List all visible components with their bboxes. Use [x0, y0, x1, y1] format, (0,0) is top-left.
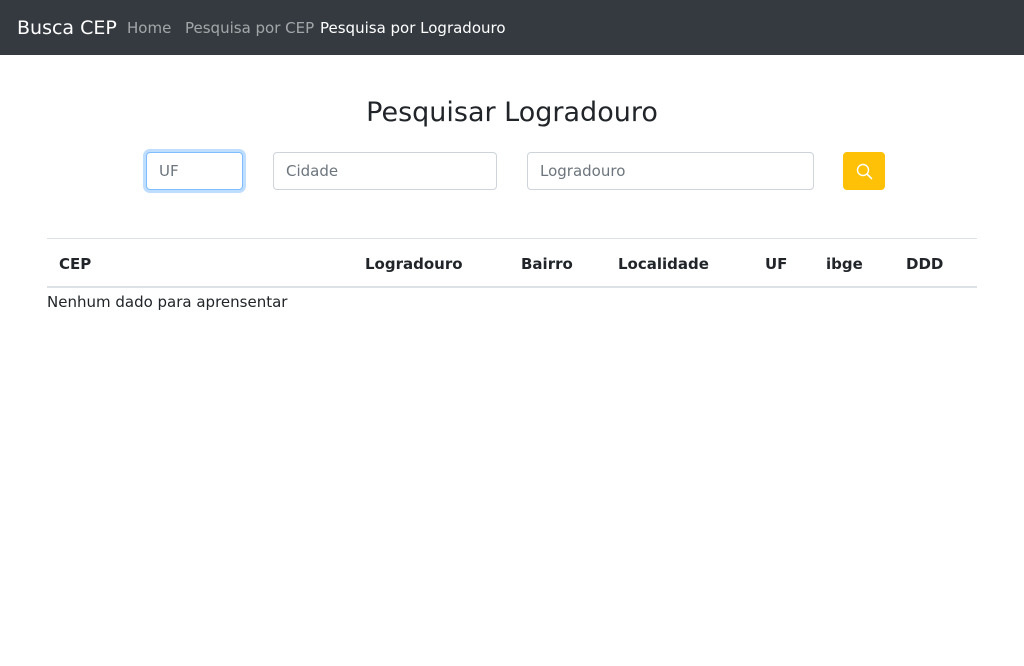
table-header-divider — [47, 286, 977, 288]
search-icon — [856, 163, 873, 180]
column-header-ibge: ibge — [826, 255, 863, 273]
column-header-localidade: Localidade — [618, 255, 709, 273]
uf-input[interactable] — [146, 152, 243, 190]
nav-link-pesquisa-logradouro[interactable]: Pesquisa por Logradouro — [320, 18, 506, 38]
top-navbar: Busca CEP Home Pesquisa por CEP Pesquisa… — [0, 0, 1024, 55]
brand-link[interactable]: Busca CEP — [17, 16, 117, 40]
table-top-divider — [47, 238, 977, 239]
column-header-cep: CEP — [59, 255, 92, 273]
nav-link-home[interactable]: Home — [127, 18, 171, 38]
search-button[interactable] — [843, 152, 885, 190]
column-header-bairro: Bairro — [521, 255, 573, 273]
nav-link-pesquisa-cep[interactable]: Pesquisa por CEP — [185, 18, 314, 38]
column-header-uf: UF — [765, 255, 788, 273]
empty-table-message: Nenhum dado para aprensentar — [47, 293, 288, 311]
logradouro-input[interactable] — [527, 152, 814, 190]
cidade-input[interactable] — [273, 152, 497, 190]
page-title: Pesquisar Logradouro — [366, 97, 658, 128]
column-header-ddd: DDD — [906, 255, 944, 273]
column-header-logradouro: Logradouro — [365, 255, 463, 273]
